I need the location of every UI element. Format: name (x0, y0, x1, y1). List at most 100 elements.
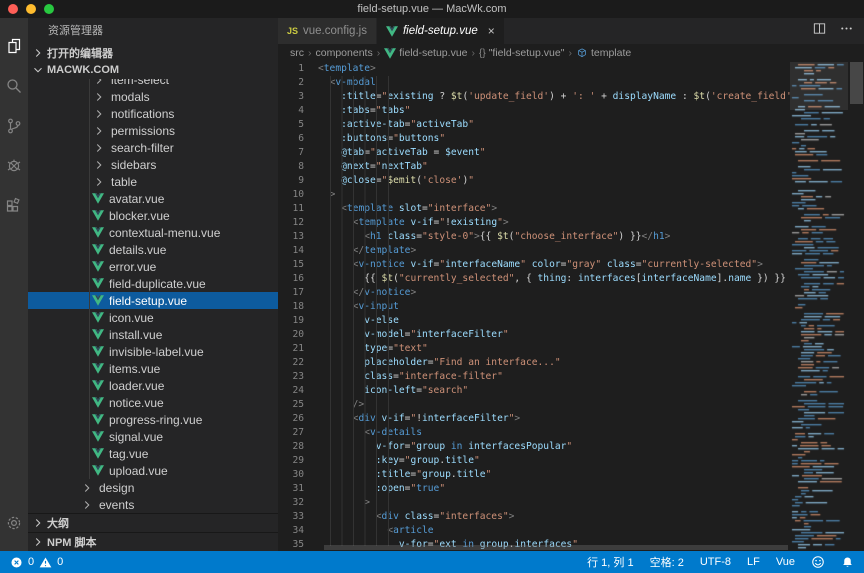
code-line[interactable]: 33 <div class="interfaces"> (278, 510, 790, 524)
activity-item-extensions[interactable] (0, 188, 28, 228)
tree-item-icon.vue[interactable]: icon.vue (28, 309, 278, 326)
npm-scripts-section[interactable]: NPM 脚本 (28, 532, 278, 551)
code-line[interactable]: 30 :title="group.title" (278, 468, 790, 482)
code-line[interactable]: 26 <div v-if="!interfaceFilter"> (278, 412, 790, 426)
tree-item-search-filter[interactable]: search-filter (28, 139, 278, 156)
workspace-section[interactable]: MACWK.COM (28, 61, 278, 79)
tree-item-items.vue[interactable]: items.vue (28, 360, 278, 377)
code-line[interactable]: 9 @close="$emit('close')" (278, 174, 790, 188)
vertical-scrollbar[interactable] (850, 62, 863, 104)
breadcrumb-item-1[interactable]: src (290, 47, 304, 59)
indentation-setting[interactable]: 空格: 2 (650, 554, 684, 570)
code-line[interactable]: 12 <template v-if="!existing"> (278, 216, 790, 230)
cursor-position[interactable]: 行 1, 列 1 (587, 554, 633, 570)
activity-item-settings[interactable] (0, 505, 28, 545)
tree-item-loader.vue[interactable]: loader.vue (28, 377, 278, 394)
tree-item-design[interactable]: design (28, 479, 278, 496)
horizontal-scrollbar[interactable] (324, 545, 788, 550)
activity-item-debug[interactable] (0, 148, 28, 188)
tree-item-upload.vue[interactable]: upload.vue (28, 462, 278, 479)
problems-indicator[interactable]: 0 0 (10, 556, 63, 569)
template-symbol-icon (576, 47, 588, 59)
tab-vue.config.js[interactable]: JSvue.config.js (278, 18, 377, 44)
feedback-smiley-button[interactable] (811, 555, 825, 569)
code-text: </v-notice> (318, 286, 416, 300)
notifications-button[interactable] (841, 556, 854, 569)
breadcrumb-item-3[interactable]: field-setup.vue (384, 47, 467, 59)
line-number: 3 (278, 90, 318, 104)
vue-file-icon (92, 431, 104, 442)
code-line[interactable]: 20 v-model="interfaceFilter" (278, 328, 790, 342)
tree-item-label: notifications (111, 107, 174, 121)
outline-section[interactable]: 大纲 (28, 513, 278, 532)
activity-item-search[interactable] (0, 68, 28, 108)
tree-item-contextual-menu.vue[interactable]: contextual-menu.vue (28, 224, 278, 241)
tree-item-field-duplicate.vue[interactable]: field-duplicate.vue (28, 275, 278, 292)
code-line[interactable]: 7 @tab="activeTab = $event" (278, 146, 790, 160)
code-line[interactable]: 19 v-else (278, 314, 790, 328)
tree-item-progress-ring.vue[interactable]: progress-ring.vue (28, 411, 278, 428)
tree-item-invisible-label.vue[interactable]: invisible-label.vue (28, 343, 278, 360)
code-line[interactable]: 3 :title="existing ? $t('update_field') … (278, 90, 790, 104)
code-line[interactable]: 14 </template> (278, 244, 790, 258)
code-line[interactable]: 23 class="interface-filter" (278, 370, 790, 384)
tree-item-item-select[interactable]: item-select (28, 79, 278, 88)
tree-item-field-setup.vue[interactable]: field-setup.vue (28, 292, 278, 309)
vue-file-icon (92, 261, 104, 272)
code-line[interactable]: 4 :tabs="tabs" (278, 104, 790, 118)
eol-setting[interactable]: LF (747, 556, 760, 568)
minimap[interactable] (790, 62, 848, 551)
code-line[interactable]: 5 :active-tab="activeTab" (278, 118, 790, 132)
more-actions-button[interactable] (839, 21, 854, 41)
tree-item-tag.vue[interactable]: tag.vue (28, 445, 278, 462)
code-line[interactable]: 27 <v-details (278, 426, 790, 440)
code-line[interactable]: 1<template> (278, 62, 790, 76)
tab-label: vue.config.js (303, 25, 367, 37)
activity-item-source-control[interactable] (0, 108, 28, 148)
code-line[interactable]: 24 icon-left="search" (278, 384, 790, 398)
language-mode[interactable]: Vue (776, 556, 795, 568)
tree-item-table[interactable]: table (28, 173, 278, 190)
tab-field-setup.vue[interactable]: field-setup.vue× (377, 18, 505, 44)
breadcrumb-item-2[interactable]: components (316, 47, 373, 59)
code-line[interactable]: 21 type="text" (278, 342, 790, 356)
code-line[interactable]: 16 {{ $t("currently_selected", { thing: … (278, 272, 790, 286)
code-line[interactable]: 28 v-for="group in interfacesPopular" (278, 440, 790, 454)
open-editors-section[interactable]: 打开的编辑器 (28, 44, 278, 61)
code-line[interactable]: 13 <h1 class="style-0">{{ $t("choose_int… (278, 230, 790, 244)
tree-item-sidebars[interactable]: sidebars (28, 156, 278, 173)
code-line[interactable]: 8 @next="nextTab" (278, 160, 790, 174)
tree-item-events[interactable]: events (28, 496, 278, 513)
code-line[interactable]: 32 > (278, 496, 790, 510)
breadcrumb-item-4[interactable]: {}"field-setup.vue" (479, 47, 564, 59)
tree-item-signal.vue[interactable]: signal.vue (28, 428, 278, 445)
minimap-slider[interactable] (790, 62, 848, 110)
close-tab-icon[interactable]: × (488, 24, 495, 38)
tree-item-modals[interactable]: modals (28, 88, 278, 105)
code-line[interactable]: 25 /> (278, 398, 790, 412)
code-line[interactable]: 18 <v-input (278, 300, 790, 314)
code-line[interactable]: 34 <article (278, 524, 790, 538)
code-line[interactable]: 2 <v-modal (278, 76, 790, 90)
split-editor-button[interactable] (812, 21, 827, 41)
tree-item-details.vue[interactable]: details.vue (28, 241, 278, 258)
tree-item-install.vue[interactable]: install.vue (28, 326, 278, 343)
code-line[interactable]: 15 <v-notice v-if="interfaceName" color=… (278, 258, 790, 272)
encoding-setting[interactable]: UTF-8 (700, 556, 731, 568)
code-line[interactable]: 22 placeholder="Find an interface..." (278, 356, 790, 370)
code-editor[interactable]: 1<template>2 <v-modal3 :title="existing … (278, 62, 864, 551)
tree-item-avatar.vue[interactable]: avatar.vue (28, 190, 278, 207)
tree-item-notice.vue[interactable]: notice.vue (28, 394, 278, 411)
code-line[interactable]: 10 > (278, 188, 790, 202)
code-line[interactable]: 29 :key="group.title" (278, 454, 790, 468)
activity-item-explorer[interactable] (0, 28, 28, 68)
code-line[interactable]: 6 :buttons="buttons" (278, 132, 790, 146)
breadcrumb-item-5[interactable]: template (576, 47, 631, 59)
tree-item-error.vue[interactable]: error.vue (28, 258, 278, 275)
tree-item-notifications[interactable]: notifications (28, 105, 278, 122)
code-line[interactable]: 11 <template slot="interface"> (278, 202, 790, 216)
tree-item-permissions[interactable]: permissions (28, 122, 278, 139)
code-line[interactable]: 31 :open="true" (278, 482, 790, 496)
code-line[interactable]: 17 </v-notice> (278, 286, 790, 300)
tree-item-blocker.vue[interactable]: blocker.vue (28, 207, 278, 224)
